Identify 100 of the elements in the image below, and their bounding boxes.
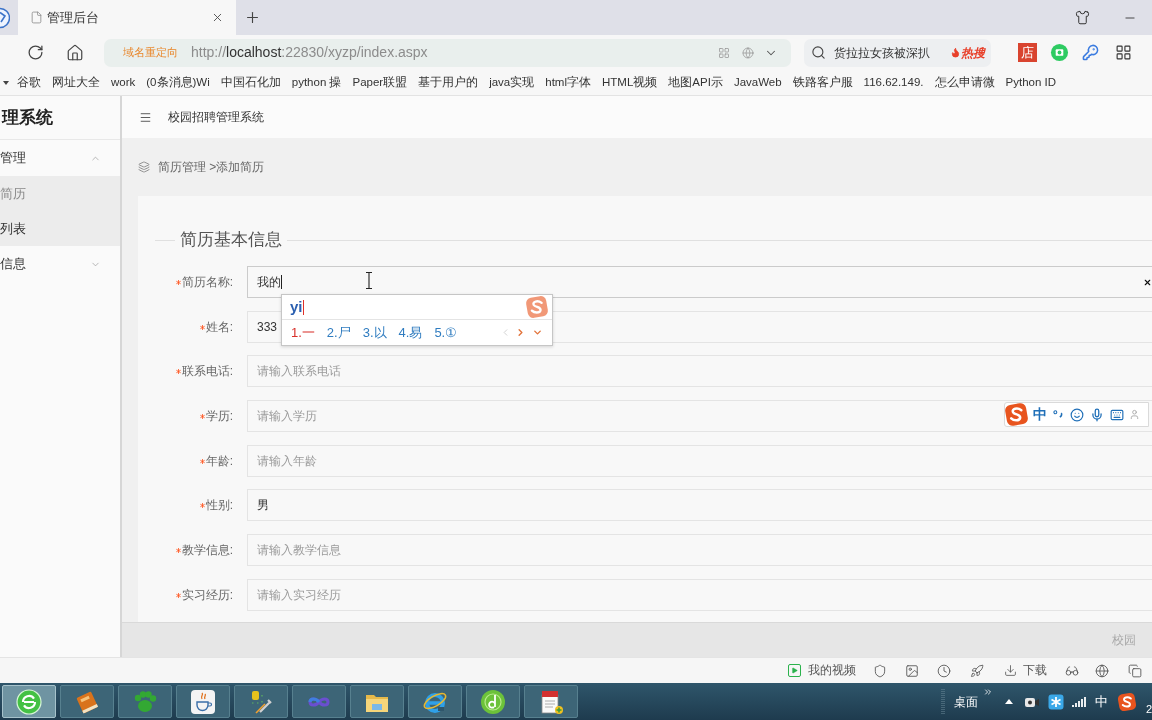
ime-mode-toggle[interactable]: 中 (1033, 404, 1047, 425)
asterisk-tile-icon[interactable] (1047, 693, 1064, 710)
bookmark-link[interactable]: JavaWeb (733, 73, 782, 92)
text-cursor-icon (365, 272, 373, 289)
chevrons-right-icon[interactable] (982, 687, 993, 697)
sidebar-menu-item[interactable]: 信息 (0, 246, 120, 282)
tray-up-arrow-icon[interactable] (1004, 699, 1013, 704)
ime-candidate[interactable]: 4.易 (398, 322, 423, 343)
ime-candidate[interactable]: 3.以 (362, 322, 387, 343)
bookmark-link[interactable]: work (111, 73, 136, 92)
url-text: http://localhost:22830/xyzp/index.aspx (191, 43, 428, 62)
ime-caret-icon (302, 299, 304, 315)
flame-icon (950, 47, 961, 58)
shield-icon[interactable] (873, 663, 887, 678)
copy-icon[interactable] (1128, 663, 1142, 678)
ime-candidate[interactable]: 5.① (434, 322, 458, 343)
bookmark-link[interactable]: Python ID (1005, 73, 1056, 92)
field-label: 实习经历: (181, 586, 233, 604)
bookmark-link[interactable]: java实现 (489, 73, 535, 92)
rocket-icon[interactable] (970, 663, 984, 678)
key-icon[interactable] (1082, 44, 1099, 61)
reload-icon[interactable] (27, 44, 44, 61)
bookmark-link[interactable]: 基于用户的 (418, 73, 479, 92)
punctuation-icon[interactable] (1053, 410, 1064, 419)
bookmark-link[interactable]: html字体 (545, 73, 591, 92)
grid-icon[interactable] (1115, 44, 1132, 61)
store-extension-badge[interactable]: 店 (1018, 43, 1037, 62)
field-label: 简历名称: (181, 274, 233, 291)
redirect-label: 域名重定向 (123, 45, 178, 61)
sidebar-submenu-item[interactable]: 列表 (0, 211, 120, 246)
field-label: 姓名: (205, 318, 233, 336)
clock-icon[interactable] (937, 663, 951, 678)
next-page-icon[interactable] (515, 327, 526, 338)
taskbar-app-button[interactable] (176, 685, 230, 718)
text-input[interactable]: 我的 (247, 266, 1152, 298)
signal-bars-icon[interactable] (1071, 695, 1086, 708)
search-field[interactable]: 货拉拉女孩被深扒 热搜 (804, 38, 991, 67)
bookmark-link[interactable]: 铁路客户服 (792, 73, 853, 92)
caret-down-icon[interactable] (3, 80, 9, 85)
download-icon (1004, 664, 1017, 677)
bookmark-link[interactable]: 网址大全 (52, 73, 100, 92)
clock-text: 2 (1145, 701, 1152, 717)
circle-arrows-icon (16, 688, 42, 715)
footer-text: 校园 (1112, 632, 1136, 649)
text-caret-icon (281, 275, 282, 289)
ime-candidate[interactable]: 1.一 (291, 322, 315, 343)
browser-tab[interactable]: 管理后台 (18, 0, 236, 35)
address-bar[interactable]: 域名重定向 http://localhost:22830/xyzp/index.aspx (104, 38, 791, 67)
glasses-icon[interactable] (1065, 663, 1079, 678)
header-title: 校园招聘管理系统 (168, 109, 264, 126)
ime-indicator[interactable]: 中 (1094, 691, 1108, 712)
sidebar-title: 理系统 (2, 106, 53, 129)
sidebar-menu-item[interactable]: 管理 (0, 140, 120, 176)
bookmark-link[interactable]: 地图API示 (668, 73, 723, 92)
field-label: 性别: (205, 497, 233, 515)
hot-search-link[interactable]: 热搜 (950, 43, 985, 62)
letter-s-tile-icon (1116, 691, 1137, 712)
field-label: 学历: (205, 408, 233, 426)
taskbar-app-button[interactable] (466, 685, 520, 718)
taskbar-app-button[interactable] (408, 685, 462, 718)
bookmark-link[interactable]: 116.62.149. (863, 73, 924, 92)
bookmark-link[interactable]: 怎么申请微 (934, 73, 995, 92)
paw-icon (132, 688, 158, 715)
menu-icon[interactable] (139, 110, 152, 124)
taskbar-app-button[interactable] (350, 685, 404, 718)
grip-icon (940, 686, 945, 717)
taskbar-app-button[interactable] (60, 685, 114, 718)
letter-d-circle-icon (480, 688, 506, 715)
close-icon[interactable] (211, 11, 224, 24)
download-button[interactable]: 下载 (1004, 661, 1047, 680)
notepad-icon (538, 688, 564, 715)
home-icon[interactable] (66, 43, 84, 62)
form-legend: 简历基本信息 (175, 227, 287, 253)
field-label: 教学信息: (181, 542, 233, 560)
bookmark-link[interactable]: Paper联盟 (352, 73, 408, 92)
bookmark-link[interactable]: HTML视频 (602, 73, 658, 92)
expand-icon[interactable] (532, 327, 543, 338)
field-label: 年龄: (205, 452, 233, 470)
ime-candidate[interactable]: 2.尸 (326, 322, 351, 343)
taskbar-app-button[interactable] (524, 685, 578, 718)
emoji-icon[interactable] (1070, 407, 1084, 422)
text-input[interactable]: 男 (247, 489, 1152, 522)
bookmark-link[interactable]: 谷歌 (17, 73, 41, 92)
bookmark-link[interactable]: (0条消息)Wi (146, 73, 210, 92)
browser-logo-icon[interactable] (0, 6, 10, 29)
globe-icon[interactable] (1095, 663, 1109, 678)
keyboard-icon[interactable] (1109, 407, 1125, 422)
play-square-icon (788, 664, 801, 677)
bookmark-link[interactable]: python 操 (291, 73, 342, 92)
taskbar-app-button[interactable] (2, 685, 56, 718)
microphone-icon[interactable] (1090, 407, 1104, 422)
desktop-toolbar-label[interactable]: 桌面 (953, 692, 978, 711)
shirt-icon[interactable] (1075, 10, 1090, 25)
coffee-cup-icon (190, 688, 216, 715)
image-icon[interactable] (905, 663, 919, 678)
my-videos-button[interactable]: 我的视频 (788, 661, 856, 680)
taskbar-app-button[interactable] (234, 685, 288, 718)
new-tab-icon[interactable] (244, 9, 261, 26)
bookmark-link[interactable]: 中国石化加 (220, 73, 281, 92)
letter-s-tile-icon (523, 295, 551, 319)
